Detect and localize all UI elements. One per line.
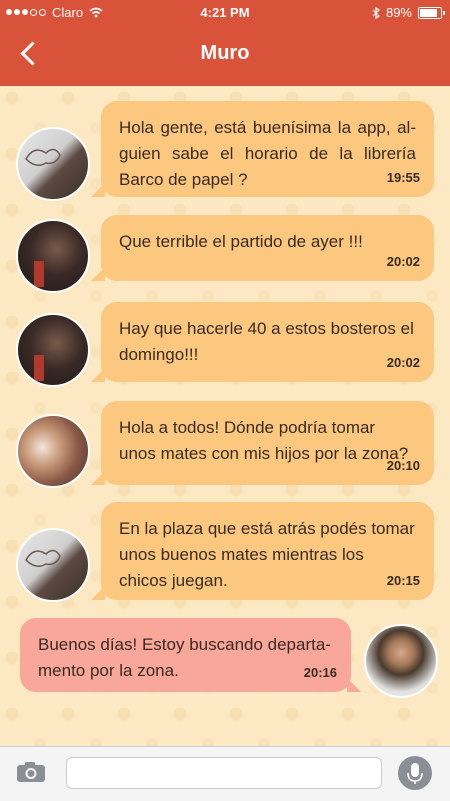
avatar[interactable] [364,624,438,698]
message-text: Que terrible el partido de ayer !!! [119,232,363,251]
message-bubble: En la plaza que está atrás podés tomar u… [91,502,434,600]
message-time: 20:15 [386,573,420,588]
message-input[interactable] [66,757,382,789]
message-time: 20:10 [386,458,420,473]
battery-icon [418,6,445,19]
microphone-icon [407,763,423,784]
avatar[interactable] [16,313,90,387]
status-bar: Claro 4:21 PM 89% [0,0,450,24]
header: Muro [0,24,450,86]
message-text: Hola a todos! Dónde podría tomar unos ma… [119,418,409,463]
message-time: 20:02 [386,254,420,269]
avatar[interactable] [16,414,90,488]
avatar[interactable] [16,528,90,602]
page-title: Muro [200,42,250,64]
message-time: 20:16 [303,665,337,680]
message-text: En la plaza que está atrás podés tomar u… [119,519,415,590]
input-bar [0,746,450,801]
avatar[interactable] [16,219,90,293]
message-time: 19:55 [386,170,420,185]
battery-percent: 89% [385,5,412,20]
camera-icon[interactable] [16,761,46,783]
avatar[interactable] [16,127,90,201]
status-right: 89% [372,5,445,20]
bluetooth-icon [372,6,380,19]
mic-button[interactable] [398,756,432,790]
message-text: Hay que hacerle 40 a estos bosteros el d… [119,319,414,364]
message-bubble: Que terrible el partido de ayer !!! 20:0… [91,215,434,281]
message-bubble: Hay que hacerle 40 a estos bosteros el d… [91,302,434,382]
message-text: Buenos días! Estoy buscando departa-ment… [38,635,331,680]
message-bubble-outgoing: Buenos días! Estoy buscando departa-ment… [20,618,361,692]
message-time: 20:02 [386,355,420,370]
message-text: Hola gente, está buenísima la app, al-gu… [119,118,416,189]
message-bubble: Hola a todos! Dónde podría tomar unos ma… [91,401,434,485]
message-bubble: Hola gente, está buenísima la app, al-gu… [91,101,434,197]
